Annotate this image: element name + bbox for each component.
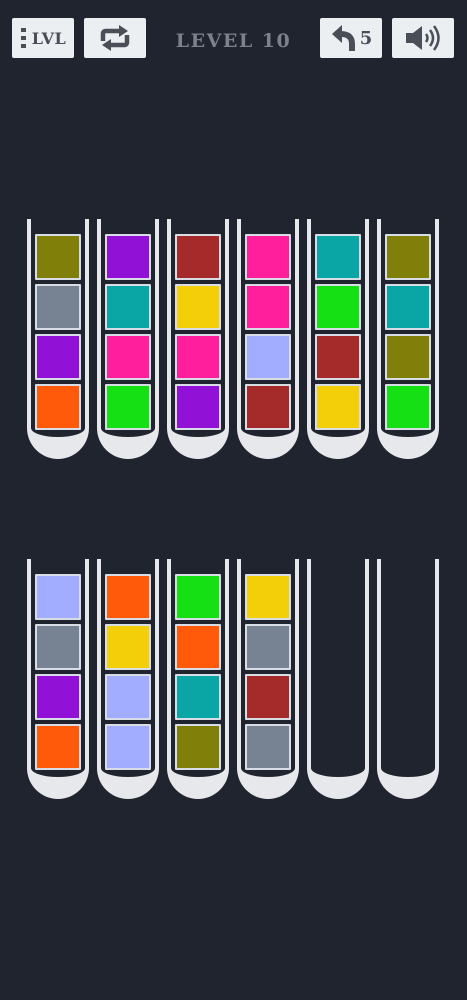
ball-pink (175, 334, 221, 380)
ball-olive (175, 724, 221, 770)
ball-olive (385, 234, 431, 280)
ball-purple (105, 234, 151, 280)
ball-pink (105, 334, 151, 380)
tube-10[interactable] (237, 559, 299, 799)
ball-slate (245, 624, 291, 670)
tube-8[interactable] (97, 559, 159, 799)
sound-toggle-button[interactable] (392, 18, 454, 58)
top-bar: LVL LEVEL 10 5 (0, 0, 467, 70)
undo-button[interactable]: 5 (320, 18, 382, 58)
ball-green (175, 574, 221, 620)
ball-yellow (175, 284, 221, 330)
tube-11[interactable] (307, 559, 369, 799)
tube-1[interactable] (27, 219, 89, 459)
undo-count: 5 (359, 27, 373, 49)
ball-brown (245, 384, 291, 430)
ball-purple (35, 674, 81, 720)
tube-4[interactable] (237, 219, 299, 459)
ball-olive (35, 234, 81, 280)
level-select-button[interactable]: LVL (12, 18, 74, 58)
ball-green (105, 384, 151, 430)
ball-olive (385, 334, 431, 380)
ball-brown (245, 674, 291, 720)
tube-9[interactable] (167, 559, 229, 799)
ball-slate (245, 724, 291, 770)
level-title: LEVEL 10 (175, 30, 292, 52)
ball-periwinkle (105, 674, 151, 720)
ball-slate (35, 624, 81, 670)
ball-teal (175, 674, 221, 720)
ball-green (385, 384, 431, 430)
ball-periwinkle (105, 724, 151, 770)
tube-12[interactable] (377, 559, 439, 799)
ball-teal (315, 234, 361, 280)
ball-pink (245, 284, 291, 330)
ball-purple (35, 334, 81, 380)
ball-brown (315, 334, 361, 380)
ball-periwinkle (35, 574, 81, 620)
ball-yellow (315, 384, 361, 430)
ball-teal (385, 284, 431, 330)
ball-yellow (105, 624, 151, 670)
ball-teal (105, 284, 151, 330)
ball-periwinkle (245, 334, 291, 380)
ball-purple (175, 384, 221, 430)
restart-button[interactable] (84, 18, 146, 58)
tube-2[interactable] (97, 219, 159, 459)
ball-slate (35, 284, 81, 330)
ball-orange (35, 724, 81, 770)
ball-orange (175, 624, 221, 670)
level-list-icon (20, 27, 28, 49)
undo-icon (330, 24, 356, 52)
tube-5[interactable] (307, 219, 369, 459)
speaker-icon (403, 23, 443, 53)
tube-6[interactable] (377, 219, 439, 459)
ball-green (315, 284, 361, 330)
level-button-label: LVL (31, 28, 67, 48)
ball-brown (175, 234, 221, 280)
tube-7[interactable] (27, 559, 89, 799)
ball-pink (245, 234, 291, 280)
tube-3[interactable] (167, 219, 229, 459)
ball-yellow (245, 574, 291, 620)
ball-orange (35, 384, 81, 430)
ball-orange (105, 574, 151, 620)
restart-icon (95, 23, 135, 53)
